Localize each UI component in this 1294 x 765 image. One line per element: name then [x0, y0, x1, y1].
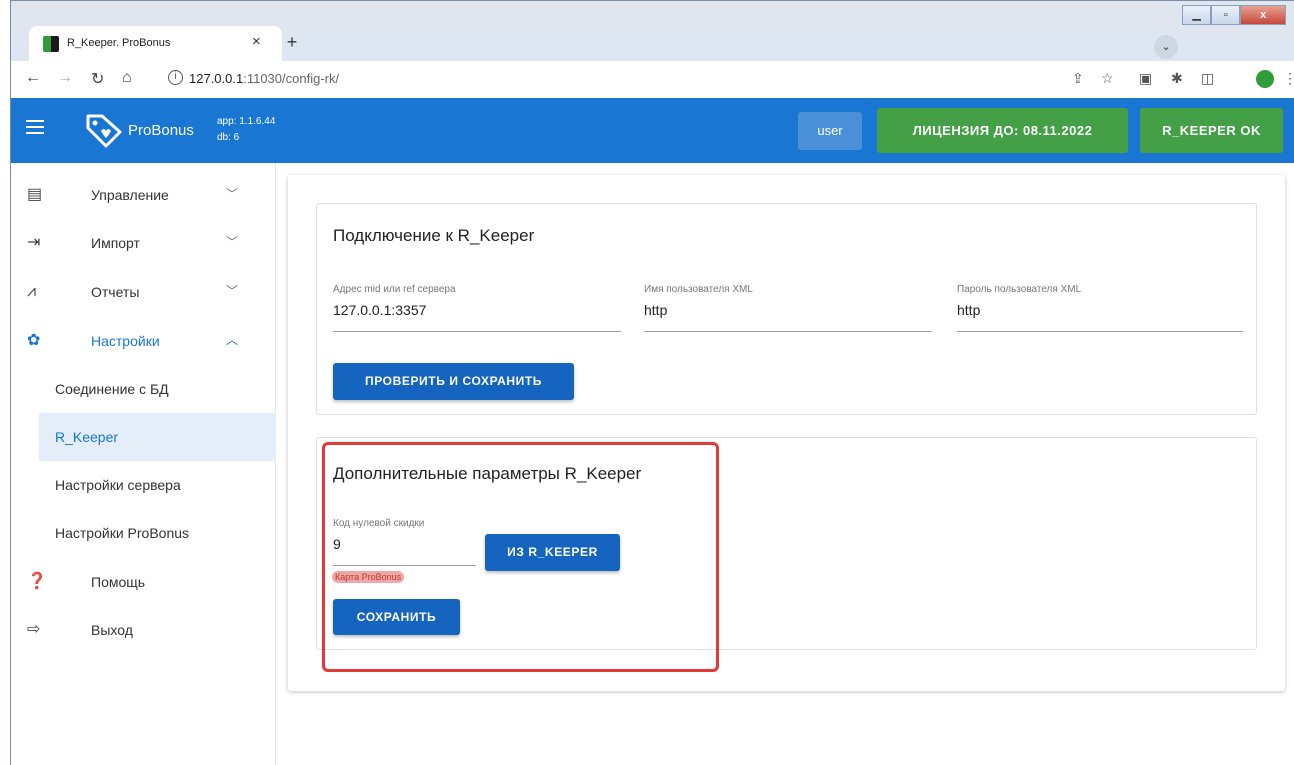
db-version: db: 6 [217, 132, 240, 143]
chart-icon: ⩘ [27, 283, 37, 300]
app-bar: ProBonus app: 1.1.6.44 db: 6 user ЛИЦЕНЗ… [11, 98, 1294, 163]
clipboard-icon: ▤ [27, 186, 43, 203]
server-address-label: Адрес mid или ref сервера [333, 284, 456, 295]
chevron-down-icon: ﹀ [226, 235, 239, 249]
server-address-field[interactable]: Адрес mid или ref сервера 127.0.0.1:3357 [333, 284, 621, 332]
xml-user-value: http [644, 302, 668, 318]
sidebar-subitem-label: R_Keeper [55, 429, 119, 445]
share-icon[interactable]: ⇪ [1072, 70, 1084, 87]
minimize-button[interactable]: ▁ [1182, 5, 1212, 25]
chevron-down-icon: ﹀ [226, 284, 239, 298]
sidebar-item-label: Отчеты [91, 284, 140, 300]
home-icon[interactable]: ⌂ [122, 69, 132, 87]
connection-title: Подключение к R_Keeper [333, 226, 535, 245]
puzzle-icon[interactable]: ✱ [1171, 70, 1183, 87]
import-icon: ⇥ [27, 234, 41, 251]
xml-user-field[interactable]: Имя пользователя XML http [644, 284, 932, 332]
user-button[interactable]: user [798, 112, 862, 150]
sidebar-subitem-label: Настройки ProBonus [55, 525, 190, 541]
url-path: :11030/config-rk/ [243, 71, 340, 86]
xml-user-label: Имя пользователя XML [644, 284, 753, 295]
check-save-button[interactable]: ПРОВЕРИТЬ И СОХРАНИТЬ [333, 363, 574, 400]
version-info: app: 1.1.6.44 db: 6 [217, 114, 275, 146]
sidebar-item-reports[interactable]: ⩘ Отчеты ﹀ [11, 268, 276, 316]
chevron-up-icon: ︿ [226, 333, 239, 347]
tab-title: R_Keeper. ProBonus [67, 37, 171, 49]
sidebar-item-label: Выход [91, 622, 133, 638]
xml-password-value: http [957, 302, 981, 318]
logo-icon [86, 114, 122, 148]
sidebar: ▤ Управление ﹀ ⇥ Импорт ﹀ ⩘ Отчеты ﹀ ✿ Н… [11, 163, 276, 765]
rkeeper-status-button[interactable]: R_KEEPER OK [1140, 108, 1283, 153]
sidepanel-icon[interactable]: ◫ [1201, 70, 1214, 87]
sidebar-item-import[interactable]: ⇥ Импорт ﹀ [11, 219, 276, 267]
bookmark-star-icon[interactable]: ☆ [1101, 70, 1114, 87]
xml-password-label: Пароль пользователя XML [957, 284, 1082, 295]
xml-password-field[interactable]: Пароль пользователя XML http [957, 284, 1243, 332]
sidebar-subitem-label: Соединение с БД [55, 381, 169, 397]
sidebar-subitem-db-connection[interactable]: Соединение с БД [39, 365, 276, 413]
highlight-box [322, 442, 719, 672]
browser-tab[interactable]: R_Keeper. ProBonus × [29, 26, 282, 61]
address-bar[interactable]: 127.0.0.1:11030/config-rk/ [189, 71, 339, 86]
window-close-button[interactable]: x [1240, 5, 1286, 25]
sidebar-item-label: Управление [91, 187, 169, 203]
window-controls: ▁ ▫ x [1182, 5, 1286, 25]
sidebar-subitem-rkeeper[interactable]: R_Keeper [39, 413, 276, 461]
tab-close-icon[interactable]: × [252, 33, 261, 50]
help-icon: ❓ [27, 573, 47, 590]
browser-toolbar: ← → ↻ ⌂ i 127.0.0.1:11030/config-rk/ ⇪ ☆… [11, 61, 1294, 99]
reload-icon[interactable]: ↻ [91, 69, 104, 89]
menu-dots-icon[interactable]: ⋮ [1283, 70, 1294, 87]
chevron-down-icon: ﹀ [226, 187, 239, 201]
sidebar-item-settings[interactable]: ✿ Настройки ︿ [11, 317, 276, 365]
extension-icon[interactable]: ▣ [1139, 70, 1152, 87]
gear-icon: ✿ [27, 332, 41, 349]
sidebar-item-logout[interactable]: ⇨ Выход [11, 606, 276, 654]
maximize-button[interactable]: ▫ [1211, 5, 1241, 25]
browser-window: R_Keeper. ProBonus × + ⌄ ▁ ▫ x ← → ↻ ⌂ i… [10, 0, 1294, 765]
app-version: app: 1.1.6.44 [217, 116, 276, 127]
sidebar-subitem-label: Настройки сервера [55, 477, 181, 493]
hamburger-icon[interactable] [26, 120, 44, 138]
forward-icon[interactable]: → [57, 69, 73, 87]
app: ProBonus app: 1.1.6.44 db: 6 user ЛИЦЕНЗ… [11, 98, 1294, 765]
server-address-value: 127.0.0.1:3357 [333, 302, 427, 318]
license-button[interactable]: ЛИЦЕНЗИЯ ДО: 08.11.2022 [877, 108, 1128, 153]
brand-name: ProBonus [128, 122, 194, 139]
logout-icon: ⇨ [27, 621, 41, 638]
sidebar-item-label: Импорт [91, 235, 140, 251]
sidebar-subitem-probonus-settings[interactable]: Настройки ProBonus [39, 509, 276, 557]
profile-avatar[interactable] [1256, 70, 1274, 88]
sidebar-item-label: Помощь [91, 574, 146, 590]
new-tab-button[interactable]: + [281, 31, 303, 53]
favicon-icon [43, 36, 59, 52]
sidebar-item-help[interactable]: ❓ Помощь [11, 558, 276, 606]
tab-search-icon[interactable]: ⌄ [1154, 35, 1178, 59]
site-info-icon[interactable]: i [168, 70, 183, 85]
back-icon[interactable]: ← [25, 69, 41, 87]
sidebar-subitem-server-settings[interactable]: Настройки сервера [39, 461, 276, 509]
sidebar-item-label: Настройки [91, 333, 160, 349]
sidebar-item-management[interactable]: ▤ Управление ﹀ [11, 171, 276, 219]
url-host: 127.0.0.1 [189, 71, 244, 86]
connection-card: Подключение к R_Keeper Адрес mid или ref… [316, 203, 1257, 415]
